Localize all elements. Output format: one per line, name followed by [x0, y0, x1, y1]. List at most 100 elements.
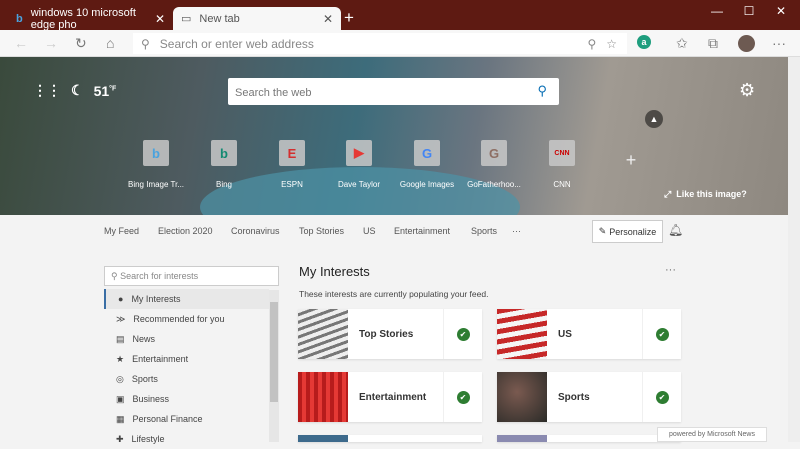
favorites-icon[interactable]: ✩: [676, 35, 688, 52]
weather-widget[interactable]: ⋮⋮ ☾ 51°F: [33, 82, 116, 99]
page-scrollbar[interactable]: [788, 57, 800, 442]
quick-link-tile[interactable]: b Bing: [192, 140, 256, 189]
sidebar-item[interactable]: ≫ Recommended for you: [104, 309, 269, 329]
quick-link-tile[interactable]: G GoFatherhoo...: [462, 140, 526, 189]
nav-sports[interactable]: Sports: [471, 226, 497, 236]
nav-top-stories[interactable]: Top Stories: [299, 226, 344, 236]
interest-card-partial[interactable]: [497, 435, 681, 442]
interest-card-partial[interactable]: [298, 435, 482, 442]
sidebar-item-label: Lifestyle: [131, 434, 165, 444]
sidebar-item-label: Sports: [131, 374, 158, 384]
like-image-link[interactable]: ⤢ Like this image?: [664, 189, 747, 200]
scroll-thumb[interactable]: [270, 302, 278, 402]
bing-icon: b: [16, 12, 23, 25]
profile-avatar[interactable]: [738, 35, 755, 52]
sidebar-item-label: Business: [132, 394, 170, 404]
like-image-label: Like this image?: [676, 189, 747, 199]
category-icon: ▦: [116, 413, 125, 424]
quick-link-tile[interactable]: E ESPN: [260, 140, 324, 189]
quick-link-tile[interactable]: b Bing Image Tr...: [124, 140, 188, 189]
site-icon: E: [279, 140, 305, 166]
sidebar-item[interactable]: ● My Interests: [104, 289, 269, 309]
tab-strip: b windows 10 microsoft edge pho ✕ ▭ New …: [0, 0, 800, 31]
chevron-up-icon[interactable]: ▲: [645, 110, 663, 128]
site-icon: b: [143, 140, 169, 166]
personalize-button[interactable]: ✎ Personalize: [592, 220, 663, 243]
address-bar[interactable]: ⚲ Search or enter web address ⚲ ☆: [133, 33, 627, 54]
nav-coronavirus[interactable]: Coronavirus: [231, 226, 280, 236]
interests-search-input[interactable]: ⚲ Search for interests: [104, 266, 279, 286]
interest-label: Entertainment: [348, 372, 444, 422]
interest-thumbnail: [298, 309, 348, 359]
close-window-button[interactable]: ✕: [771, 4, 791, 18]
maximize-button[interactable]: ☐: [739, 4, 759, 18]
checkmark-icon[interactable]: ✔: [456, 327, 470, 341]
interest-thumbnail: [298, 372, 348, 422]
home-button[interactable]: ⌂: [106, 35, 114, 51]
more-options-icon[interactable]: ···: [665, 264, 676, 276]
new-tab-button[interactable]: +: [344, 8, 354, 28]
section-title: My Interests: [299, 264, 370, 279]
interest-card[interactable]: Sports ✔: [497, 372, 681, 422]
search-placeholder: Search the web: [235, 87, 312, 99]
nav-more[interactable]: ···: [512, 226, 521, 236]
interest-label: US: [547, 309, 643, 359]
sidebar-item[interactable]: ✚ Lifestyle: [104, 429, 269, 449]
interest-card[interactable]: US ✔: [497, 309, 681, 359]
forward-button[interactable]: →: [44, 35, 58, 51]
sidebar-item[interactable]: ▣ Business: [104, 389, 269, 409]
sidebar-item-label: Recommended for you: [133, 314, 225, 324]
category-icon: ★: [116, 353, 125, 364]
tab-search-results[interactable]: b windows 10 microsoft edge pho ✕: [8, 7, 173, 31]
site-icon: G: [481, 140, 507, 166]
add-site-button[interactable]: +: [599, 150, 663, 171]
interest-card[interactable]: Top Stories ✔: [298, 309, 482, 359]
quick-link-tile[interactable]: CNN CNN: [530, 140, 594, 189]
search-icon[interactable]: ⚲: [537, 83, 547, 99]
checkmark-icon[interactable]: ✔: [655, 327, 669, 341]
settings-gear-icon[interactable]: ⚙: [739, 80, 755, 101]
refresh-button[interactable]: ↻: [75, 35, 87, 52]
sidebar-scrollbar[interactable]: [269, 290, 279, 442]
checkmark-icon[interactable]: ✔: [456, 390, 470, 404]
site-icon: b: [211, 140, 237, 166]
category-icon: ◎: [116, 373, 124, 384]
category-icon: ▤: [116, 333, 125, 344]
close-tab-icon[interactable]: ✕: [155, 12, 165, 26]
moon-icon: ☾: [71, 82, 84, 98]
notifications-bell-icon[interactable]: 🔔︎: [668, 223, 683, 237]
interests-sidebar: ⚲ Search for interests ● My Interests ≫ Rec…: [104, 266, 279, 444]
nav-entertainment[interactable]: Entertainment: [394, 226, 450, 236]
more-menu-icon[interactable]: ···: [772, 35, 786, 51]
close-tab-icon[interactable]: ✕: [323, 12, 333, 26]
pencil-icon: ✎: [598, 226, 607, 236]
category-icon: ●: [118, 294, 124, 304]
site-icon: CNN: [549, 140, 575, 166]
nav-election-2020[interactable]: Election 2020: [158, 226, 213, 236]
quick-link-label: CNN: [553, 180, 571, 189]
minimize-button[interactable]: —: [707, 4, 727, 18]
sidebar-item[interactable]: ★ Entertainment: [104, 349, 269, 369]
section-subtitle: These interests are currently populating…: [299, 289, 489, 299]
extension-icon[interactable]: a: [637, 35, 651, 49]
interest-card[interactable]: Entertainment ✔: [298, 372, 482, 422]
quick-link-tile[interactable]: ▶ Dave Taylor: [327, 140, 391, 189]
nav-us[interactable]: US: [363, 226, 376, 236]
sidebar-item[interactable]: ▤ News: [104, 329, 269, 349]
expand-icon: ⤢: [664, 189, 672, 199]
quick-link-label: GoFatherhoo...: [467, 180, 521, 189]
checkmark-icon[interactable]: ✔: [655, 390, 669, 404]
nav-my-feed[interactable]: My Feed: [104, 226, 139, 236]
sidebar-item[interactable]: ◎ Sports: [104, 369, 269, 389]
tab-new-tab[interactable]: ▭ New tab ✕: [173, 7, 341, 30]
zoom-icon[interactable]: ⚲: [587, 37, 596, 51]
back-button[interactable]: ←: [14, 35, 28, 51]
web-search-input[interactable]: Search the web ⚲: [228, 78, 559, 105]
favorite-star-icon[interactable]: ☆: [606, 37, 617, 51]
site-icon: G: [414, 140, 440, 166]
apps-grid-icon[interactable]: ⋮⋮: [33, 82, 61, 99]
quick-link-tile[interactable]: G Google Images: [395, 140, 459, 189]
sidebar-item-label: My Interests: [131, 294, 181, 304]
collections-icon[interactable]: ⧉: [708, 35, 718, 52]
sidebar-item[interactable]: ▦ Personal Finance: [104, 409, 269, 429]
